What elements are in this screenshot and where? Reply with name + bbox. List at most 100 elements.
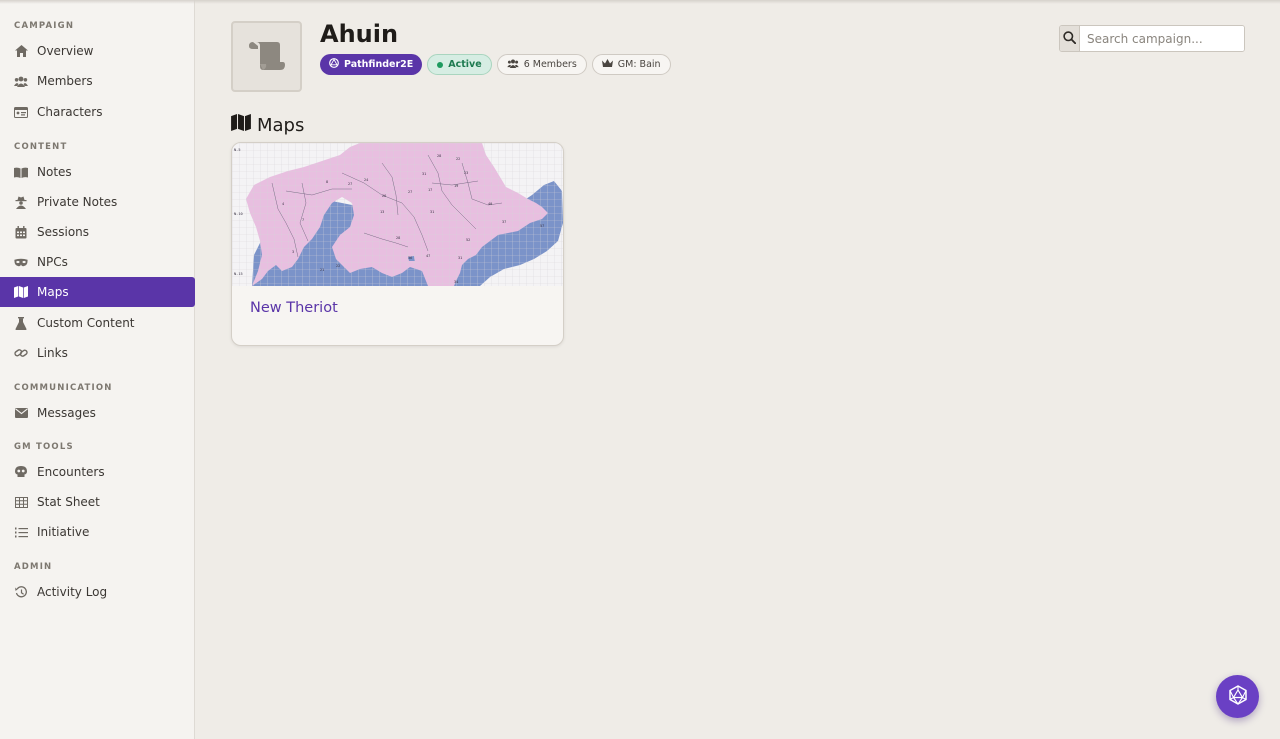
status-dot-icon <box>437 61 444 68</box>
sidebar-item-label: Encounters <box>37 465 105 479</box>
campaign-avatar <box>231 21 302 92</box>
system-badge: Pathfinder2E <box>320 54 423 75</box>
sidebar-item-links[interactable]: Links <box>0 338 195 368</box>
flask-icon <box>14 316 28 330</box>
sidebar-item-npcs[interactable]: NPCs <box>0 247 195 277</box>
section-heading-label: Maps <box>257 114 305 136</box>
svg-text:34: 34 <box>454 280 458 284</box>
book-icon <box>14 165 28 179</box>
members-badge: 6 Members <box>496 54 587 75</box>
sidebar: CAMPAIGN Overview Members Characters CON… <box>0 0 195 739</box>
svg-text:22: 22 <box>456 157 460 161</box>
search-input[interactable] <box>1080 26 1244 51</box>
gm-badge: GM: Bain <box>591 54 671 75</box>
svg-text:40: 40 <box>488 202 492 206</box>
svg-text:31: 31 <box>430 210 434 214</box>
sidebar-item-label: Private Notes <box>37 195 118 209</box>
sidebar-section-title-content: CONTENT <box>14 142 68 152</box>
sidebar-section-title-gm-tools: GM TOOLS <box>14 442 74 452</box>
crown-icon <box>601 58 613 71</box>
users-icon <box>14 74 28 88</box>
svg-text:57: 57 <box>540 224 544 228</box>
search-button[interactable] <box>1060 26 1080 51</box>
sidebar-item-notes[interactable]: Notes <box>0 157 195 187</box>
mask-icon <box>14 255 28 269</box>
sidebar-section-title-communication: COMMUNICATION <box>14 383 113 393</box>
link-icon <box>14 346 28 360</box>
status-badge: Active <box>427 54 492 75</box>
svg-text:47: 47 <box>426 254 430 258</box>
sidebar-item-label: Links <box>37 346 68 360</box>
id-card-icon <box>14 105 28 119</box>
svg-text:N-15: N-15 <box>234 272 243 276</box>
system-badge-label: Pathfinder2E <box>344 59 414 70</box>
user-secret-icon <box>14 195 28 209</box>
svg-text:17: 17 <box>428 188 432 192</box>
campaign-search <box>1059 25 1245 52</box>
sidebar-item-maps[interactable]: Maps <box>0 277 195 307</box>
map-card[interactable]: 28 22 23 31 19 17 27 26 24 8 27 4 7 3 21 22 28 36 47… <box>231 142 564 346</box>
d20-icon <box>329 58 339 71</box>
svg-text:23: 23 <box>464 171 468 175</box>
svg-text:4: 4 <box>282 202 284 206</box>
sidebar-item-custom-content[interactable]: Custom Content <box>0 308 195 338</box>
sidebar-item-label: Characters <box>37 105 103 119</box>
sidebar-item-encounters[interactable]: Encounters <box>0 457 195 487</box>
users-icon <box>506 58 519 71</box>
sidebar-item-characters[interactable]: Characters <box>0 97 195 127</box>
members-badge-label: 6 Members <box>523 59 577 70</box>
sidebar-item-label: Stat Sheet <box>37 495 100 509</box>
svg-text:N-5: N-5 <box>234 148 241 152</box>
sidebar-section-title-admin: ADMIN <box>14 562 53 572</box>
sidebar-item-overview[interactable]: Overview <box>0 36 195 66</box>
status-badge-label: Active <box>448 59 482 70</box>
sidebar-section-title-campaign: CAMPAIGN <box>14 21 75 31</box>
search-icon <box>1063 29 1077 48</box>
history-icon <box>14 585 28 599</box>
svg-text:21: 21 <box>320 268 324 272</box>
skull-icon <box>14 465 28 479</box>
sidebar-item-label: Messages <box>37 406 96 420</box>
svg-text:37: 37 <box>502 220 506 224</box>
svg-text:22: 22 <box>336 264 340 268</box>
sidebar-item-label: Notes <box>37 165 72 179</box>
sidebar-item-members[interactable]: Members <box>0 66 195 96</box>
svg-text:52: 52 <box>466 238 470 242</box>
sidebar-item-sessions[interactable]: Sessions <box>0 217 195 247</box>
d20-icon <box>1228 684 1248 709</box>
sidebar-item-label: Initiative <box>37 525 90 539</box>
svg-text:31: 31 <box>458 256 462 260</box>
scroll-icon <box>248 40 285 74</box>
list-ordered-icon <box>14 525 28 539</box>
sidebar-item-label: Sessions <box>37 225 90 239</box>
sidebar-item-label: Overview <box>37 44 94 58</box>
sidebar-item-initiative[interactable]: Initiative <box>0 517 195 547</box>
svg-text:13: 13 <box>380 210 384 214</box>
sidebar-item-label: Members <box>37 74 93 88</box>
map-icon <box>231 114 251 136</box>
page-title: Ahuin <box>320 20 399 48</box>
sidebar-item-private-notes[interactable]: Private Notes <box>0 187 195 217</box>
envelope-icon <box>14 406 28 420</box>
svg-text:8: 8 <box>326 180 328 184</box>
sidebar-item-label: Maps <box>37 285 69 299</box>
campaign-badges: Pathfinder2E Active 6 Members GM: Bain <box>320 54 671 75</box>
map-icon <box>14 285 28 299</box>
svg-text:28: 28 <box>437 154 441 158</box>
sidebar-item-messages[interactable]: Messages <box>0 398 195 428</box>
svg-text:31: 31 <box>422 172 426 176</box>
svg-text:28: 28 <box>396 236 400 240</box>
svg-text:26: 26 <box>382 194 386 198</box>
sidebar-item-label: Activity Log <box>37 585 108 599</box>
map-thumbnail: 28 22 23 31 19 17 27 26 24 8 27 4 7 3 21 22 28 36 47… <box>232 143 563 286</box>
calendar-icon <box>14 225 28 239</box>
sidebar-item-stat-sheet[interactable]: Stat Sheet <box>0 487 195 517</box>
svg-text:7: 7 <box>302 218 304 222</box>
gm-badge-label: GM: Bain <box>617 59 661 70</box>
dice-roller-button[interactable] <box>1216 675 1259 718</box>
svg-text:36: 36 <box>408 256 412 260</box>
svg-text:N-10: N-10 <box>234 212 243 216</box>
sidebar-item-activity-log[interactable]: Activity Log <box>0 577 195 607</box>
sidebar-item-label: Custom Content <box>37 316 135 330</box>
svg-text:19: 19 <box>454 184 458 188</box>
